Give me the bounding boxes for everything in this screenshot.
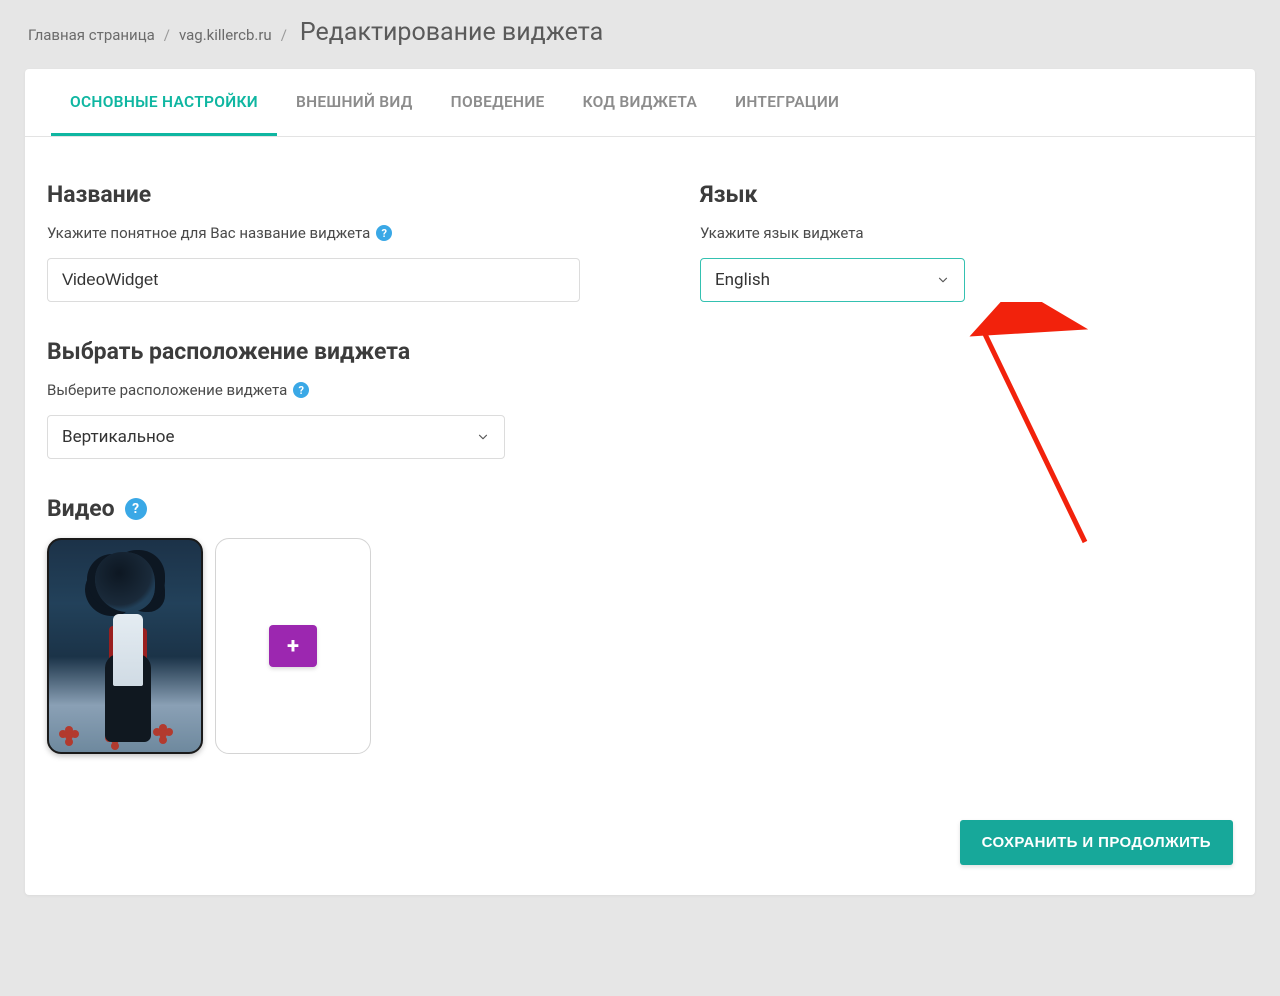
breadcrumb-sep: / [281, 26, 287, 44]
chevron-down-icon [936, 273, 950, 287]
chevron-down-icon [476, 430, 490, 444]
help-icon[interactable]: ? [125, 498, 147, 520]
save-continue-button[interactable]: СОХРАНИТЬ И ПРОДОЛЖИТЬ [960, 820, 1233, 865]
position-description: Выберите расположение виджета [47, 381, 287, 399]
tab-behavior[interactable]: ПОВЕДЕНИЕ [432, 69, 564, 136]
help-icon[interactable]: ? [293, 382, 309, 398]
tab-basic-settings[interactable]: ОСНОВНЫЕ НАСТРОЙКИ [51, 69, 277, 136]
breadcrumb-sep: / [164, 26, 170, 44]
position-selected-value: Вертикальное [62, 427, 174, 447]
breadcrumb: Главная страница / vag.killercb.ru / Ред… [28, 18, 1255, 47]
widget-name-input[interactable] [47, 258, 580, 302]
language-description: Укажите язык виджета [700, 224, 864, 242]
language-selected-value: English [715, 270, 770, 290]
video-group: Видео ? + [47, 495, 580, 754]
tab-integrations[interactable]: ИНТЕГРАЦИИ [716, 69, 858, 136]
position-select[interactable]: Вертикальное [47, 415, 505, 459]
page-title: Редактирование виджета [300, 18, 603, 47]
plus-icon: + [287, 634, 299, 659]
video-heading: Видео [47, 495, 115, 522]
language-select[interactable]: English [700, 258, 965, 302]
video-add-slot: + [215, 538, 371, 754]
position-group: Выбрать расположение виджета Выберите ра… [47, 338, 580, 459]
tab-appearance[interactable]: ВНЕШНИЙ ВИД [277, 69, 432, 136]
name-description: Укажите понятное для Вас название виджет… [47, 224, 370, 242]
language-heading: Язык [700, 181, 1233, 208]
tabs: ОСНОВНЫЕ НАСТРОЙКИ ВНЕШНИЙ ВИД ПОВЕДЕНИЕ… [25, 69, 1255, 137]
video-thumbnail[interactable] [47, 538, 203, 754]
name-heading: Название [47, 181, 580, 208]
breadcrumb-site[interactable]: vag.killercb.ru [179, 26, 272, 44]
language-group: Язык Укажите язык виджета English [700, 181, 1233, 302]
editor-card: ОСНОВНЫЕ НАСТРОЙКИ ВНЕШНИЙ ВИД ПОВЕДЕНИЕ… [25, 69, 1255, 895]
add-video-button[interactable]: + [269, 625, 317, 667]
tab-widget-code[interactable]: КОД ВИДЖЕТА [564, 69, 717, 136]
name-group: Название Укажите понятное для Вас назван… [47, 181, 580, 302]
position-heading: Выбрать расположение виджета [47, 338, 580, 365]
help-icon[interactable]: ? [376, 225, 392, 241]
breadcrumb-home[interactable]: Главная страница [28, 26, 155, 44]
